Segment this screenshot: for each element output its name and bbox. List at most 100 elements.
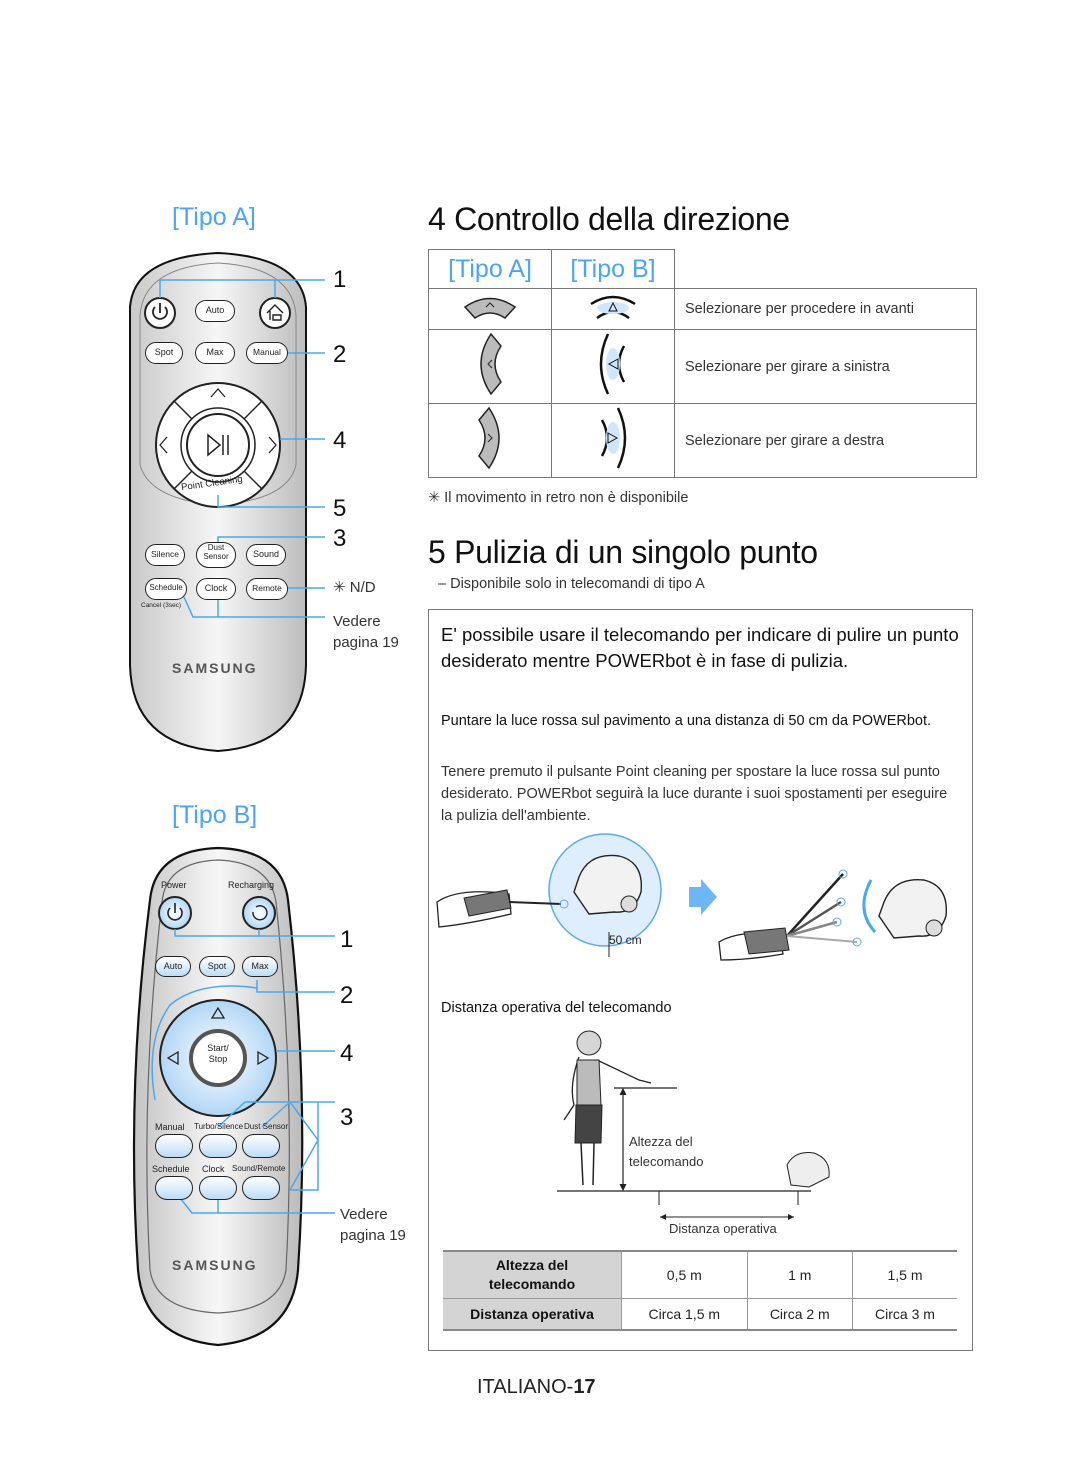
spot-button-b[interactable]: Spot	[199, 956, 235, 977]
remote-a-illustration	[129, 251, 325, 753]
distance-value: Circa 2 m	[746, 1298, 853, 1330]
header-tipo-b: [Tipo B]	[551, 249, 675, 289]
forward-arrow-icon	[428, 288, 552, 330]
schedule-button[interactable]: Schedule	[145, 578, 187, 600]
dust-label-b: Dust Sensor	[244, 1122, 289, 1131]
callout-nd: ✳ N/D	[333, 579, 376, 596]
callout-1: 1	[333, 266, 347, 293]
section-4-title: 4 Controllo della direzione	[428, 201, 790, 237]
recharging-label-b: Recharging	[228, 880, 275, 890]
tipo-a-title: [Tipo A]	[172, 203, 256, 231]
range-title: Distanza operativa del telecomando	[441, 1000, 672, 1016]
distance-value: Circa 3 m	[851, 1298, 957, 1330]
point-cleaning-box: E' possibile usare il telecomando per in…	[428, 609, 973, 1351]
samsung-logo-b: SAMSUNG	[172, 1257, 258, 1273]
callout-vedere-b: Vedere pagina 19	[340, 1204, 406, 1246]
sound-button[interactable]: Sound	[246, 544, 286, 566]
play-pause-button	[186, 413, 250, 477]
left-arrow-icon	[428, 329, 552, 404]
robot-icon-3	[786, 1152, 830, 1188]
page-number: 17	[573, 1376, 596, 1398]
right-description: Selezionare per girare a destra	[674, 403, 977, 478]
auto-button[interactable]: Auto	[195, 300, 235, 322]
vedere-text-b: Vedere	[340, 1206, 388, 1223]
remote-button[interactable]: Remote	[246, 578, 288, 600]
callout-b-4: 4	[340, 1040, 354, 1067]
samsung-logo: SAMSUNG	[172, 660, 258, 676]
turbo-label-b: Turbo/Silence	[194, 1122, 244, 1131]
clock-button-b[interactable]	[199, 1176, 237, 1200]
footer-language: ITALIANO-	[477, 1376, 574, 1398]
right-triangle-icon	[551, 403, 675, 478]
table-row: Altezza del telecomando 0,5 m 1 m 1,5 m	[443, 1251, 957, 1298]
dust-sensor-button[interactable]: Dust Sensor	[196, 542, 236, 568]
bold-instruction: Puntare la luce rossa sul pavimento a un…	[441, 713, 932, 729]
callout-3: 3	[333, 525, 347, 552]
start-text: Start/	[207, 1043, 229, 1053]
forward-triangle-icon	[551, 288, 675, 330]
cancel-label: Cancel (3sec)	[141, 602, 182, 609]
max-button[interactable]: Max	[195, 342, 235, 364]
remote-hand-icon	[436, 889, 512, 928]
distance-value: Circa 1,5 m	[621, 1298, 748, 1330]
height-value: 0,5 m	[621, 1251, 748, 1298]
header-line1: Altezza del	[495, 1256, 569, 1273]
lead-text: E' possibile usare il telecomando per in…	[441, 624, 959, 671]
operating-distance-diagram	[557, 1030, 830, 1205]
table-row: Selezionare per girare a destra	[428, 403, 977, 478]
section-5-title: 5 Pulizia di un singolo punto	[428, 534, 818, 570]
schedule-label-b: Schedule	[152, 1164, 190, 1174]
page-footer: ITALIANO-17	[477, 1376, 596, 1399]
row-header-height: Altezza del telecomando	[443, 1251, 622, 1298]
recharging-button-b	[242, 896, 276, 930]
body-text: Tenere premuto il pulsante Point cleanin…	[441, 764, 948, 824]
header-line2: telecomando	[488, 1275, 576, 1292]
manual-button[interactable]: Manual	[246, 342, 288, 364]
callout-4: 4	[333, 427, 347, 454]
silence-button[interactable]: Silence	[145, 544, 185, 566]
direction-table: [Tipo A] [Tipo B] Selezionare per proced…	[428, 249, 977, 478]
left-description: Selezionare per girare a sinistra	[674, 329, 977, 404]
point-cleaning-illustration	[436, 833, 948, 961]
remote-b-illustration	[132, 846, 335, 1347]
clock-label-b: Clock	[202, 1164, 225, 1174]
height-label-line1: Altezza del	[629, 1134, 693, 1149]
clock-button[interactable]: Clock	[196, 578, 236, 600]
stop-text: Stop	[208, 1054, 228, 1064]
schedule-button-b[interactable]	[155, 1176, 193, 1200]
height-value: 1 m	[746, 1251, 853, 1298]
reverse-note: ✳ Il movimento in retro non è disponibil…	[428, 490, 689, 506]
callout-vedere-a: Vedere pagina 19	[333, 611, 399, 653]
auto-button-b[interactable]: Auto	[155, 956, 191, 977]
max-button-b[interactable]: Max	[242, 956, 278, 977]
table-row: Selezionare per procedere in avanti	[428, 288, 977, 330]
remote-hand-icon-2	[718, 927, 790, 961]
distance-label: Distanza operativa	[669, 1221, 777, 1236]
callout-b-2: 2	[340, 982, 354, 1009]
dust-label: Dust	[207, 543, 225, 552]
left-triangle-icon	[551, 329, 675, 404]
right-arrow-icon	[428, 403, 552, 478]
turbo-silence-button-b[interactable]	[199, 1134, 237, 1158]
row-header-distance: Distanza operativa	[443, 1298, 622, 1330]
table-row: Selezionare per girare a sinistra	[428, 329, 977, 404]
height-value: 1,5 m	[851, 1251, 957, 1298]
manual-label-b: Manual	[155, 1122, 185, 1132]
power-label-b: Power	[161, 880, 187, 890]
sound-remote-button-b[interactable]	[242, 1176, 280, 1200]
callout-2: 2	[333, 341, 347, 368]
pagina-text: pagina 19	[333, 634, 399, 651]
manual-button-b[interactable]	[155, 1134, 193, 1158]
height-label-line2: telecomando	[629, 1154, 704, 1169]
sound-remote-label-b: Sound/Remote	[232, 1164, 286, 1173]
callout-b-3: 3	[340, 1104, 354, 1131]
vedere-text: Vedere	[333, 613, 381, 630]
header-tipo-a: [Tipo A]	[428, 249, 552, 289]
spot-button[interactable]: Spot	[145, 342, 183, 364]
pagina-text-b: pagina 19	[340, 1227, 406, 1244]
sensor-label: Sensor	[203, 552, 229, 561]
dust-sensor-button-b[interactable]	[242, 1134, 280, 1158]
callout-5: 5	[333, 495, 347, 522]
distance-50cm-label: 50 cm	[609, 933, 642, 947]
tipo-b-title: [Tipo B]	[172, 801, 258, 829]
